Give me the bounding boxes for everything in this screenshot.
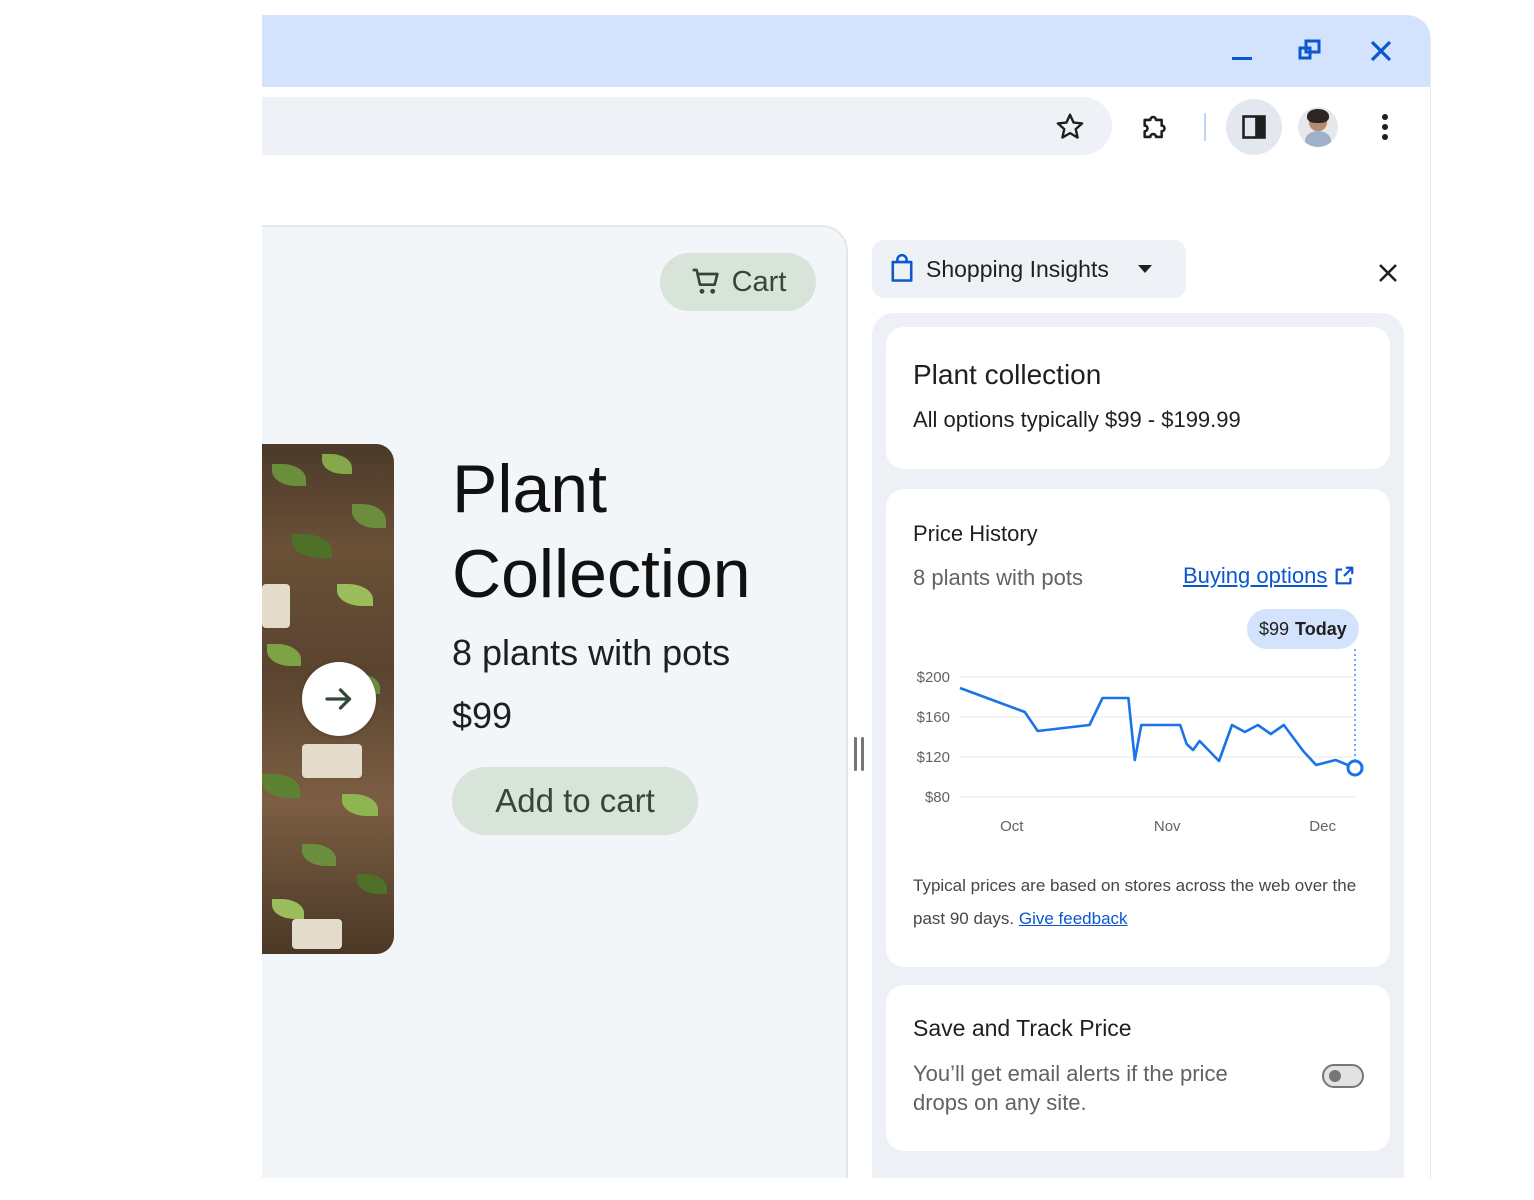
x-tick-label: Nov [1154, 818, 1181, 835]
resize-bar [854, 737, 857, 771]
price-history-subtitle: 8 plants with pots [913, 565, 1083, 590]
x-tick-label: Dec [1309, 818, 1336, 835]
pot-shape [302, 744, 362, 778]
track-price-title: Save and Track Price [913, 1015, 1132, 1041]
product-price: $99 [452, 695, 513, 736]
arrow-right-icon [325, 688, 352, 710]
price-history-chart[interactable]: $200 $160 $120 $80 Oct Nov Dec [900, 649, 1380, 859]
leaf-shape [272, 464, 306, 486]
star-icon[interactable] [1048, 105, 1092, 149]
pot-shape [292, 919, 342, 949]
close-panel-button[interactable] [1370, 255, 1406, 291]
buying-options-label: Buying options [1183, 563, 1328, 588]
product-subtitle: 8 plants with pots [452, 632, 731, 673]
side-panel-icon[interactable] [1226, 99, 1282, 155]
today-price-badge: $99 Today [1247, 609, 1359, 649]
shopping-bag-icon [891, 254, 913, 282]
leaf-shape [292, 534, 332, 558]
leaf-shape [272, 899, 304, 919]
cart-button[interactable]: Cart [660, 253, 816, 311]
price-footnote: Typical prices are based on stores acros… [913, 869, 1373, 935]
puzzle-icon[interactable] [1134, 105, 1178, 149]
add-to-cart-button[interactable]: Add to cart [452, 767, 698, 835]
price-history-card: Price History 8 plants with pots Buying … [886, 489, 1390, 967]
summary-title: Plant collection [913, 359, 1102, 390]
track-price-description: You’ll get email alerts if the price dro… [913, 1061, 1228, 1115]
side-panel-body: Plant collection All options typically $… [872, 313, 1404, 1178]
browser-window: Cart Plant Collection 8 plants with pots… [262, 15, 1430, 1178]
more-vert-icon[interactable] [1363, 105, 1407, 149]
leaf-shape [302, 844, 336, 866]
close-icon [1379, 264, 1397, 282]
y-tick-label: $160 [917, 709, 950, 726]
resize-bar [861, 737, 864, 771]
leaf-shape [342, 794, 378, 816]
today-label: Today [1295, 618, 1347, 639]
product-page: Cart Plant Collection 8 plants with pots… [262, 225, 848, 1178]
cart-icon [692, 268, 719, 294]
leaf-shape [322, 454, 352, 474]
caret-down-icon [1137, 265, 1152, 273]
avatar[interactable] [1298, 107, 1338, 147]
cart-label: Cart [731, 265, 787, 298]
give-feedback-link[interactable]: Give feedback [1019, 909, 1128, 928]
product-title: Plant Collection [452, 451, 751, 612]
leaf-shape [262, 774, 300, 798]
track-price-toggle[interactable] [1322, 1064, 1364, 1088]
price-history-title: Price History [913, 521, 1038, 546]
y-tick-label: $80 [925, 789, 950, 806]
open-external-icon [1335, 566, 1354, 585]
leaf-shape [352, 504, 386, 528]
leaf-shape [357, 874, 387, 894]
minimize-icon[interactable] [1222, 33, 1262, 69]
current-price-point [1346, 759, 1364, 777]
track-price-card: Save and Track Price You’ll get email al… [886, 985, 1390, 1151]
toolbar [262, 87, 1430, 167]
summary-range: All options typically $99 - $199.99 [913, 407, 1241, 432]
pot-shape [262, 584, 290, 628]
today-price: $99 [1259, 618, 1290, 639]
panel-resize-handle[interactable] [854, 737, 866, 771]
side-panel-selector[interactable]: Shopping Insights [872, 240, 1186, 298]
title-bar [262, 15, 1430, 87]
summary-card: Plant collection All options typically $… [886, 327, 1390, 469]
address-bar[interactable] [262, 97, 1112, 155]
footnote-text: Typical prices are based on stores acros… [913, 876, 1357, 928]
y-tick-label: $200 [917, 669, 950, 686]
next-image-button[interactable] [302, 662, 376, 736]
price-line [959, 686, 1356, 770]
toolbar-separator [1204, 113, 1206, 141]
close-icon[interactable] [1361, 33, 1401, 69]
leaf-shape [267, 644, 301, 666]
y-tick-label: $120 [917, 749, 950, 766]
leaf-shape [337, 584, 373, 606]
side-panel-title: Shopping Insights [926, 255, 1109, 282]
restore-icon[interactable] [1290, 33, 1330, 69]
buying-options-link[interactable]: Buying options [1183, 563, 1355, 589]
x-tick-label: Oct [1000, 818, 1024, 835]
